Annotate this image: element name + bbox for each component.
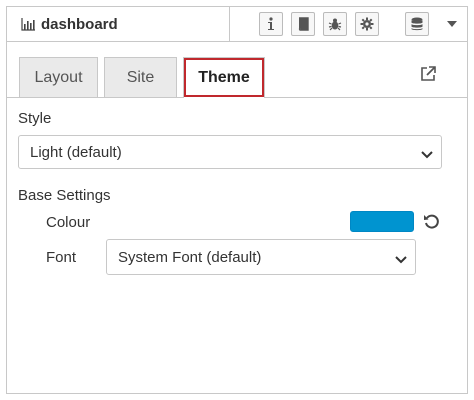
caret-down-icon[interactable]: [444, 16, 460, 32]
panel-title: dashboard: [41, 15, 118, 33]
colour-label: Colour: [46, 214, 91, 231]
gear-icon[interactable]: [355, 12, 379, 36]
settings-tabs: Layout Site Theme: [7, 57, 467, 98]
tab-layout[interactable]: Layout: [19, 57, 98, 97]
chevron-down-icon: [421, 147, 433, 159]
tab-theme-label: Theme: [198, 69, 250, 86]
dashboard-sidebar-panel: dashboard Layout Site Theme Style Light …: [6, 6, 468, 394]
chevron-down-icon: [395, 252, 407, 264]
style-select[interactable]: Light (default): [18, 135, 442, 169]
style-label: Style: [18, 110, 52, 127]
info-icon[interactable]: [259, 12, 283, 36]
undo-icon[interactable]: [423, 213, 440, 230]
panel-tab-dashboard[interactable]: dashboard: [7, 7, 230, 41]
colour-picker[interactable]: [350, 211, 414, 232]
tab-layout-label: Layout: [34, 68, 83, 86]
font-label: Font: [46, 249, 77, 266]
font-select[interactable]: System Font (default): [106, 239, 416, 275]
panel-header: dashboard: [7, 7, 467, 42]
tab-site-label: Site: [126, 68, 155, 86]
bar-chart-icon: [21, 17, 35, 31]
bug-icon[interactable]: [323, 12, 347, 36]
base-settings-label: Base Settings: [18, 187, 111, 204]
book-icon[interactable]: [291, 12, 315, 36]
tab-site[interactable]: Site: [104, 57, 177, 97]
external-link-icon[interactable]: [419, 65, 437, 83]
database-icon[interactable]: [405, 12, 429, 36]
style-select-value: Light (default): [30, 143, 122, 161]
font-select-value: System Font (default): [118, 248, 262, 266]
tab-theme[interactable]: Theme: [183, 57, 265, 98]
